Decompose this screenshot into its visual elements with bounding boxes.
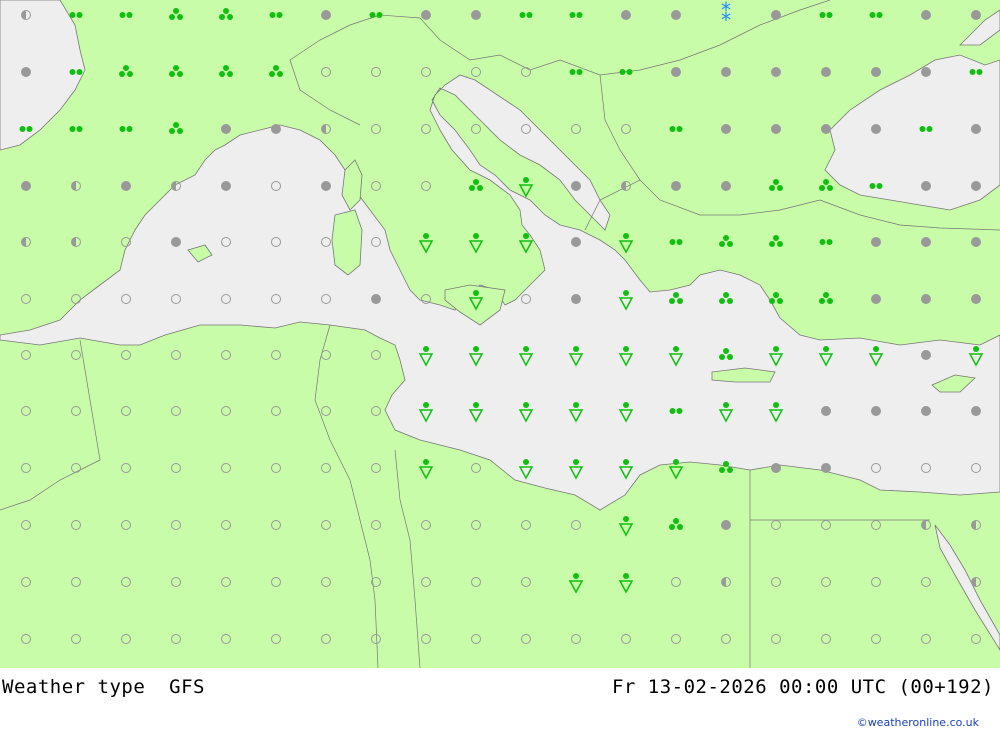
cloud-full-icon (771, 67, 781, 77)
cloud-full-icon (971, 181, 981, 191)
sardinia (331, 209, 363, 276)
cloud-full-icon (921, 406, 931, 416)
cloud-full-icon (971, 124, 981, 134)
cloud-full-icon (921, 294, 931, 304)
cloud-full-icon (371, 294, 381, 304)
cloud-full-icon (471, 10, 481, 20)
cloud-full-icon (771, 124, 781, 134)
map-title: Weather type (2, 676, 146, 698)
cloud-full-icon (221, 181, 231, 191)
cloud-full-icon (921, 181, 931, 191)
cloud-full-icon (871, 237, 881, 247)
cloud-full-icon (921, 10, 931, 20)
cloud-full-icon (971, 10, 981, 20)
cloud-full-icon (971, 237, 981, 247)
cloud-full-icon (421, 10, 431, 20)
snow-icon: ⁑ (721, 2, 731, 26)
cloud-full-icon (821, 406, 831, 416)
cloud-full-icon (821, 67, 831, 77)
cloud-full-icon (821, 124, 831, 134)
cloud-full-icon (921, 237, 931, 247)
cloud-full-icon (921, 350, 931, 360)
cloud-full-icon (321, 10, 331, 20)
footer-title-line: Weather type GFS (2, 676, 205, 698)
cloud-full-icon (871, 67, 881, 77)
cloud-full-icon (571, 181, 581, 191)
cloud-full-icon (221, 124, 231, 134)
cloud-full-icon (821, 463, 831, 473)
cloud-full-icon (921, 67, 931, 77)
cloud-full-icon (971, 294, 981, 304)
cloud-full-icon (671, 10, 681, 20)
cloud-full-icon (121, 181, 131, 191)
credit-link[interactable]: ©weatheronline.co.uk (857, 716, 979, 729)
model-name: GFS (169, 676, 205, 698)
cloud-full-icon (871, 294, 881, 304)
cloud-full-icon (571, 237, 581, 247)
cloud-full-icon (871, 406, 881, 416)
cloud-full-icon (171, 237, 181, 247)
cloud-full-icon (771, 463, 781, 473)
cloud-full-icon (771, 10, 781, 20)
map-canvas: ⁑ (0, 0, 1000, 668)
cloud-full-icon (571, 294, 581, 304)
cloud-full-icon (721, 520, 731, 530)
cloud-full-icon (321, 181, 331, 191)
cloud-full-icon (271, 124, 281, 134)
svg-text:⁑: ⁑ (721, 2, 731, 26)
cloud-full-icon (671, 181, 681, 191)
forecast-datetime: Fr 13-02-2026 00:00 UTC (00+192) (611, 676, 994, 698)
cloud-full-icon (621, 10, 631, 20)
cloud-full-icon (721, 67, 731, 77)
cloud-full-icon (721, 124, 731, 134)
cloud-full-icon (971, 406, 981, 416)
cloud-full-icon (671, 67, 681, 77)
cloud-full-icon (21, 67, 31, 77)
cloud-full-icon (721, 181, 731, 191)
cloud-full-icon (871, 124, 881, 134)
weather-map: ⁑ (0, 0, 1000, 668)
cloud-full-icon (21, 181, 31, 191)
